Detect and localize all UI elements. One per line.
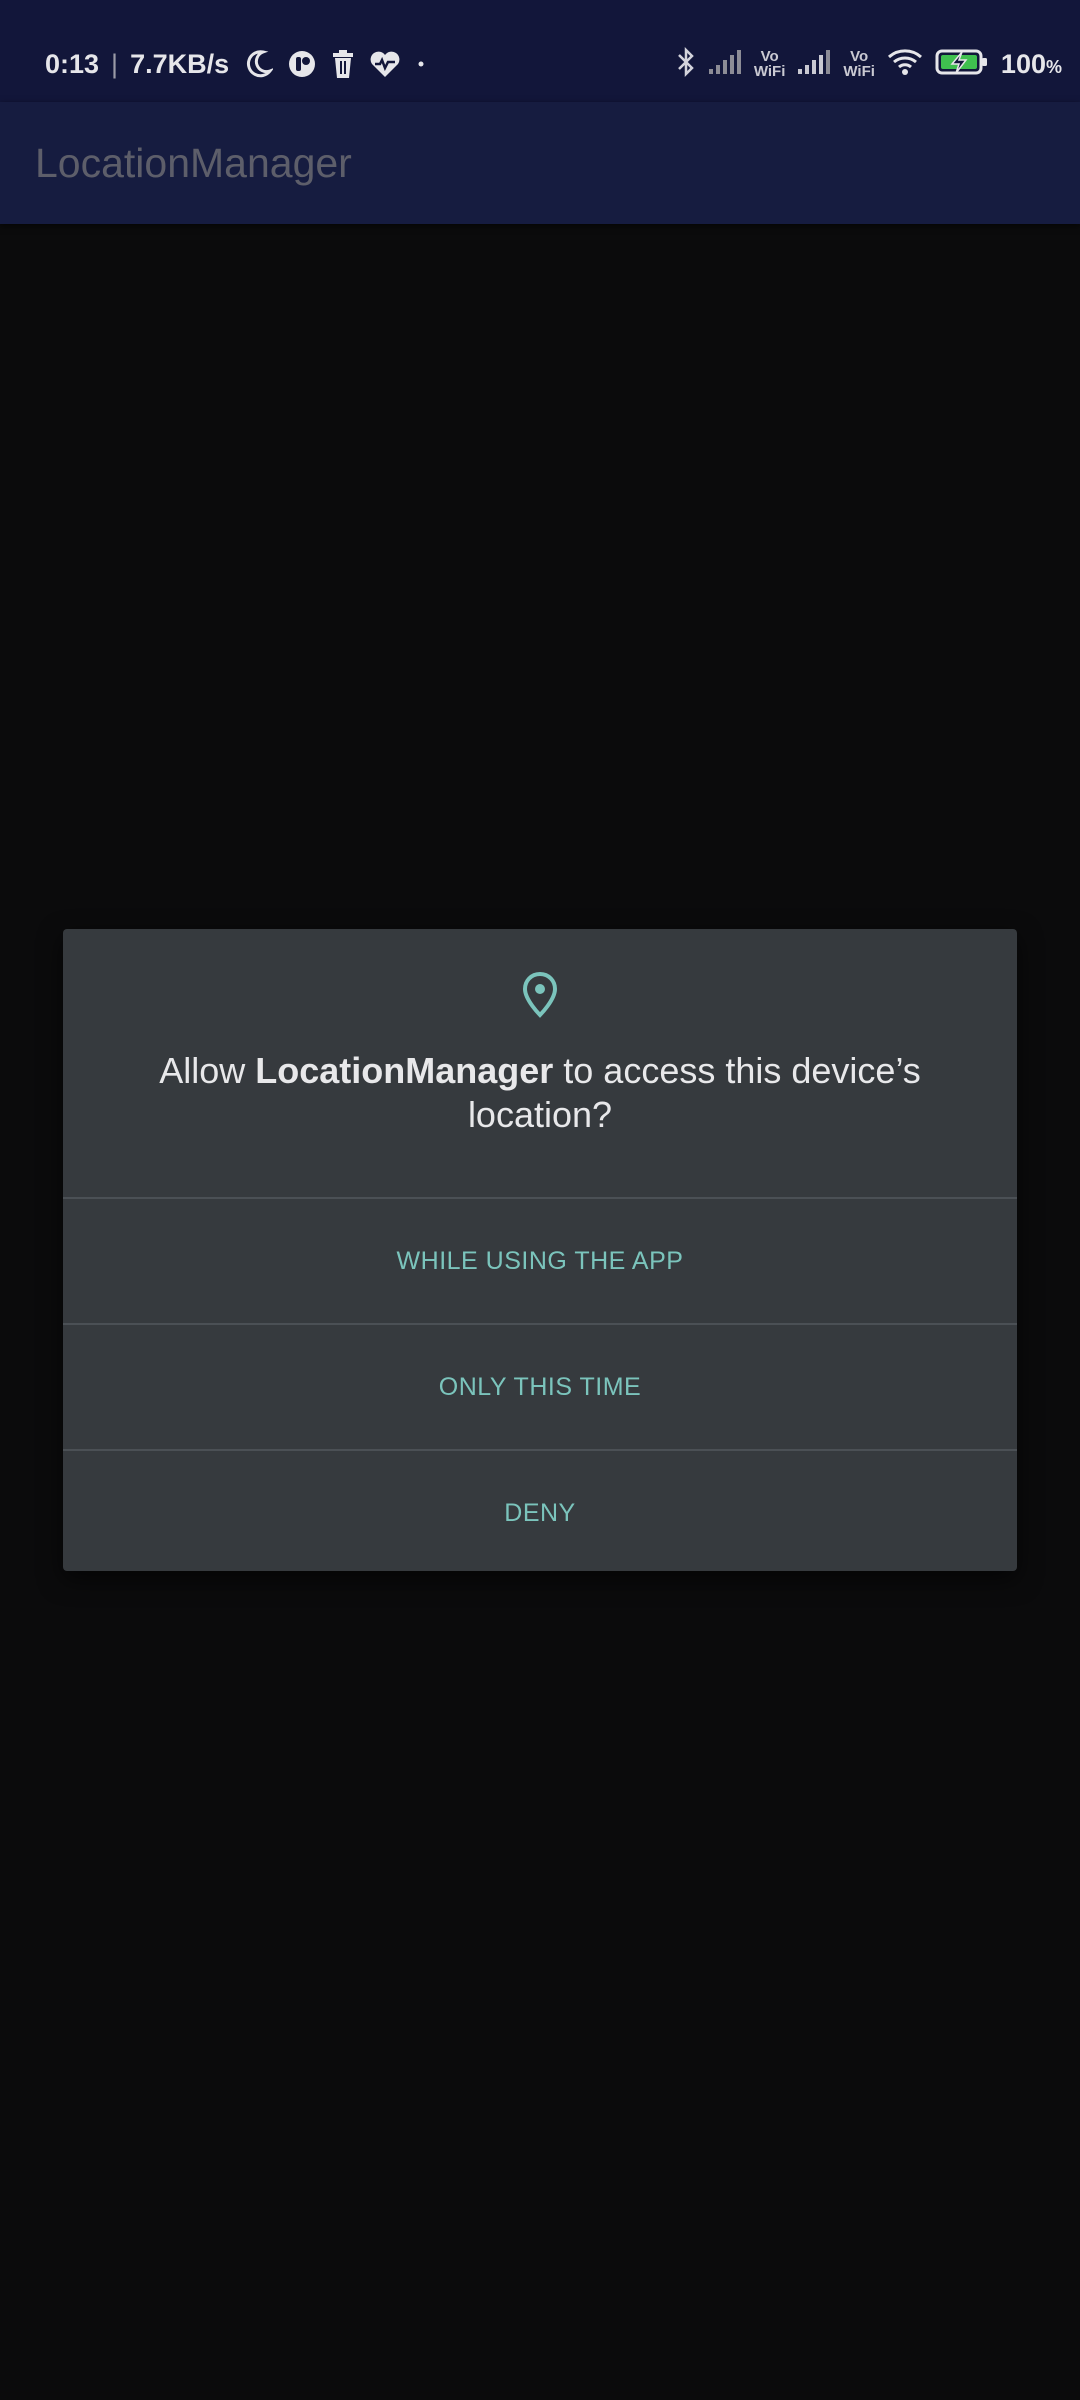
notification-icons: [245, 49, 427, 79]
vowifi-bottom: WiFi: [753, 63, 786, 80]
status-time: 0:13: [45, 48, 100, 79]
dot-icon: [415, 58, 427, 70]
deny-button[interactable]: DENY: [63, 1449, 1017, 1575]
vowifi-icon: Vo WiFi: [754, 49, 786, 79]
app-title: LocationManager: [35, 139, 352, 186]
message-app-name: LocationManager: [255, 1050, 554, 1091]
trash-icon: [331, 50, 355, 78]
status-bar: 0:13 | 7.7KB/s Vo WiFi Vo WiFi 100%: [0, 0, 1080, 102]
battery-unit: %: [1045, 56, 1062, 77]
status-separator: |: [111, 48, 119, 79]
moon-icon: [245, 49, 274, 79]
network-speed: 7.7KB/s: [130, 48, 230, 79]
vowifi-bottom: WiFi: [843, 63, 875, 80]
battery-value: 100: [1000, 48, 1046, 79]
screen: 0:13 | 7.7KB/s Vo WiFi Vo WiFi 100% Loca…: [0, 0, 1080, 2400]
vowifi-top: Vo: [760, 48, 779, 65]
location-pin-icon: [522, 971, 558, 1019]
battery-charging-icon: [935, 48, 989, 81]
vowifi-icon: Vo WiFi: [843, 49, 875, 79]
dialog-header: Allow LocationManager to access this dev…: [63, 929, 1017, 1197]
dialog-message: Allow LocationManager to access this dev…: [103, 1049, 977, 1137]
only-this-time-button[interactable]: ONLY THIS TIME: [63, 1323, 1017, 1449]
app-bar: LocationManager: [0, 102, 1080, 224]
while-using-the-app-button[interactable]: WHILE USING THE APP: [63, 1197, 1017, 1323]
signal-icon: [708, 49, 742, 80]
battery-percentage: 100%: [1001, 49, 1062, 80]
signal-icon: [797, 49, 831, 80]
permission-dialog: Allow LocationManager to access this dev…: [63, 929, 1017, 1571]
heart-icon: [369, 50, 401, 78]
vowifi-top: Vo: [850, 48, 869, 65]
wifi-icon: [887, 48, 923, 81]
message-prefix: Allow: [159, 1050, 256, 1091]
app-notification-icon: [287, 49, 317, 79]
bluetooth-icon: [676, 46, 696, 83]
